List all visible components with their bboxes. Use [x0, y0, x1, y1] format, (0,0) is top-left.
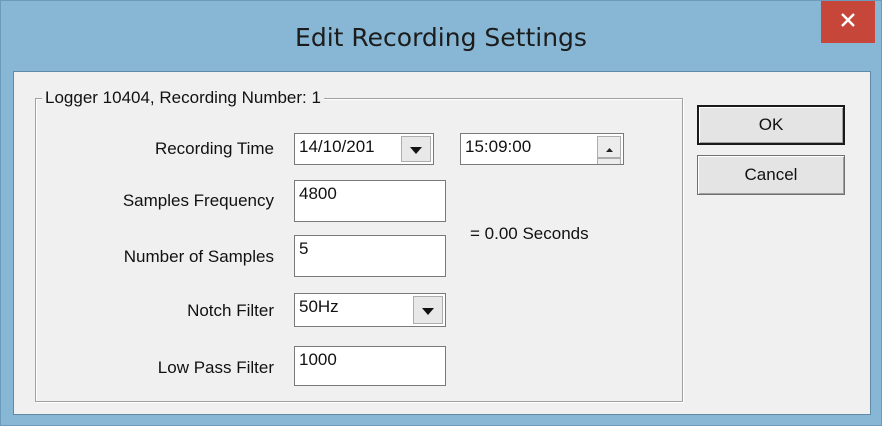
chevron-down-icon [422, 300, 434, 320]
spin-up-button[interactable] [597, 136, 621, 158]
notch-filter-dropdown[interactable]: 50Hz [294, 293, 446, 327]
close-button[interactable] [821, 1, 875, 43]
ok-button[interactable]: OK [697, 105, 845, 145]
duration-text: = 0.00 Seconds [470, 224, 589, 243]
title-bar[interactable]: Edit Recording Settings [1, 1, 881, 71]
date-dropdown-button[interactable] [401, 136, 431, 162]
spin-up-icon [605, 137, 613, 157]
dialog-window: Edit Recording Settings Logger 10404, Re… [0, 0, 882, 426]
low-pass-filter-label: Low Pass Filter [157, 358, 274, 377]
samples-frequency-label: Samples Frequency [122, 191, 274, 210]
group-legend: Logger 10404, Recording Number: 1 [42, 88, 324, 108]
recording-date-dropdown[interactable]: 14/10/201 [294, 133, 434, 165]
low-pass-filter-input[interactable]: 1000 [294, 346, 446, 386]
recording-time-value: 15:09:00 [465, 137, 532, 156]
number-of-samples-input[interactable]: 5 [294, 235, 446, 277]
dialog-body: Logger 10404, Recording Number: 1 Record… [13, 71, 871, 415]
close-icon [840, 12, 856, 33]
spin-down-icon [606, 159, 613, 164]
dialog-title: Edit Recording Settings [295, 23, 587, 52]
recording-time-input[interactable]: 15:09:00 [460, 133, 624, 165]
spin-down-button[interactable] [597, 158, 621, 164]
time-spinner[interactable] [597, 136, 621, 164]
notch-filter-label: Notch Filter [187, 301, 274, 320]
chevron-down-icon [410, 139, 422, 159]
number-of-samples-label: Number of Samples [123, 247, 274, 266]
notch-filter-value: 50Hz [299, 297, 339, 316]
samples-frequency-input[interactable]: 4800 [294, 180, 446, 222]
recording-time-label: Recording Time [154, 139, 274, 158]
recording-date-value: 14/10/201 [299, 137, 375, 156]
notch-dropdown-button[interactable] [413, 296, 443, 324]
cancel-button[interactable]: Cancel [697, 155, 845, 195]
